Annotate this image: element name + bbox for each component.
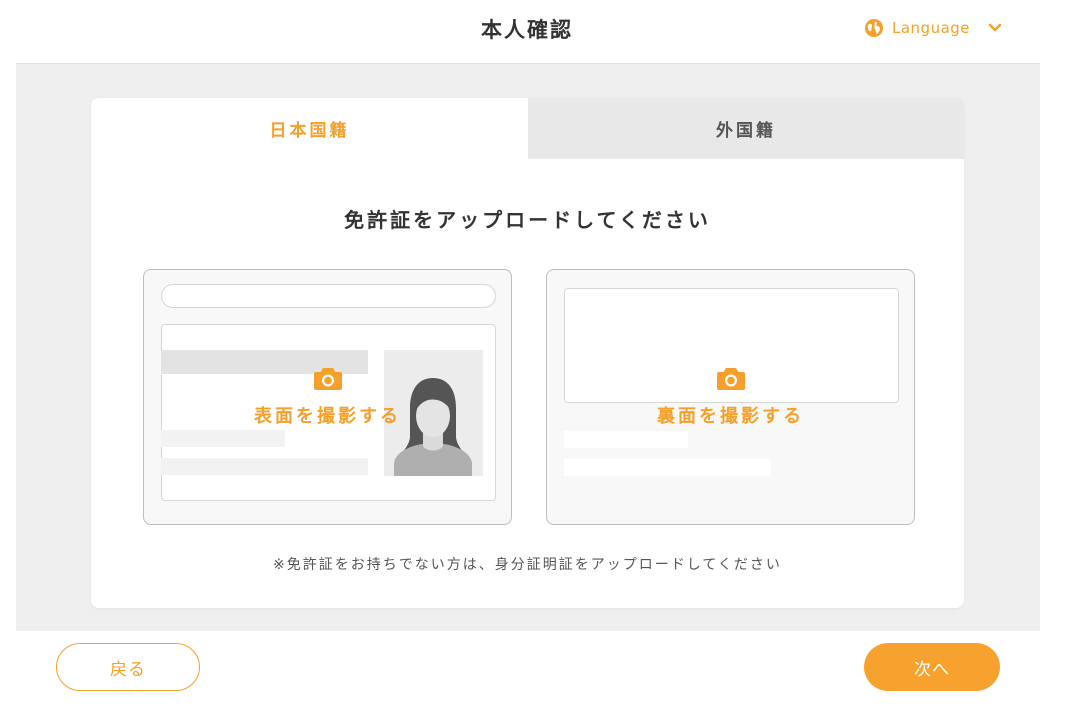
tab-foreign-nationality[interactable]: 外国籍	[528, 98, 964, 159]
upload-instruction: 免許証をアップロードしてください	[344, 208, 711, 232]
license-placeholder-header	[161, 284, 496, 308]
placeholder-bar	[161, 430, 285, 447]
nationality-tabs: 日本国籍 外国籍	[91, 98, 964, 159]
header: 本人確認 Language	[0, 0, 1066, 63]
placeholder-bar	[564, 459, 771, 476]
placeholder-bar	[564, 431, 688, 448]
placeholder-bar	[161, 458, 368, 475]
chevron-down-icon	[988, 23, 1002, 33]
language-selector[interactable]: Language	[864, 16, 1002, 40]
camera-icon	[313, 365, 343, 395]
tab-japanese-nationality[interactable]: 日本国籍	[91, 98, 528, 159]
back-upload-button[interactable]: 裏面を撮影する	[546, 269, 915, 525]
footer: 戻る 次へ	[0, 631, 1066, 709]
camera-icon	[716, 365, 746, 395]
back-upload-label: 裏面を撮影する	[657, 406, 804, 427]
front-upload-button[interactable]: 表面を撮影する	[143, 269, 512, 525]
language-label: Language	[892, 19, 971, 37]
back-button[interactable]: 戻る	[56, 643, 200, 691]
identity-card-panel: 日本国籍 外国籍 免許証をアップロードしてください 表面を撮影する 裏面を撮影す…	[91, 98, 964, 608]
front-upload-label: 表面を撮影する	[254, 406, 401, 427]
globe-icon	[864, 18, 884, 38]
next-button[interactable]: 次へ	[864, 643, 1000, 691]
page: 本人確認 Language 日本国籍 外国籍 免許証をアップロードしてください …	[0, 0, 1066, 709]
alternative-document-note: ※免許証をお持ちでない方は、身分証明証をアップロードしてください	[273, 557, 782, 573]
